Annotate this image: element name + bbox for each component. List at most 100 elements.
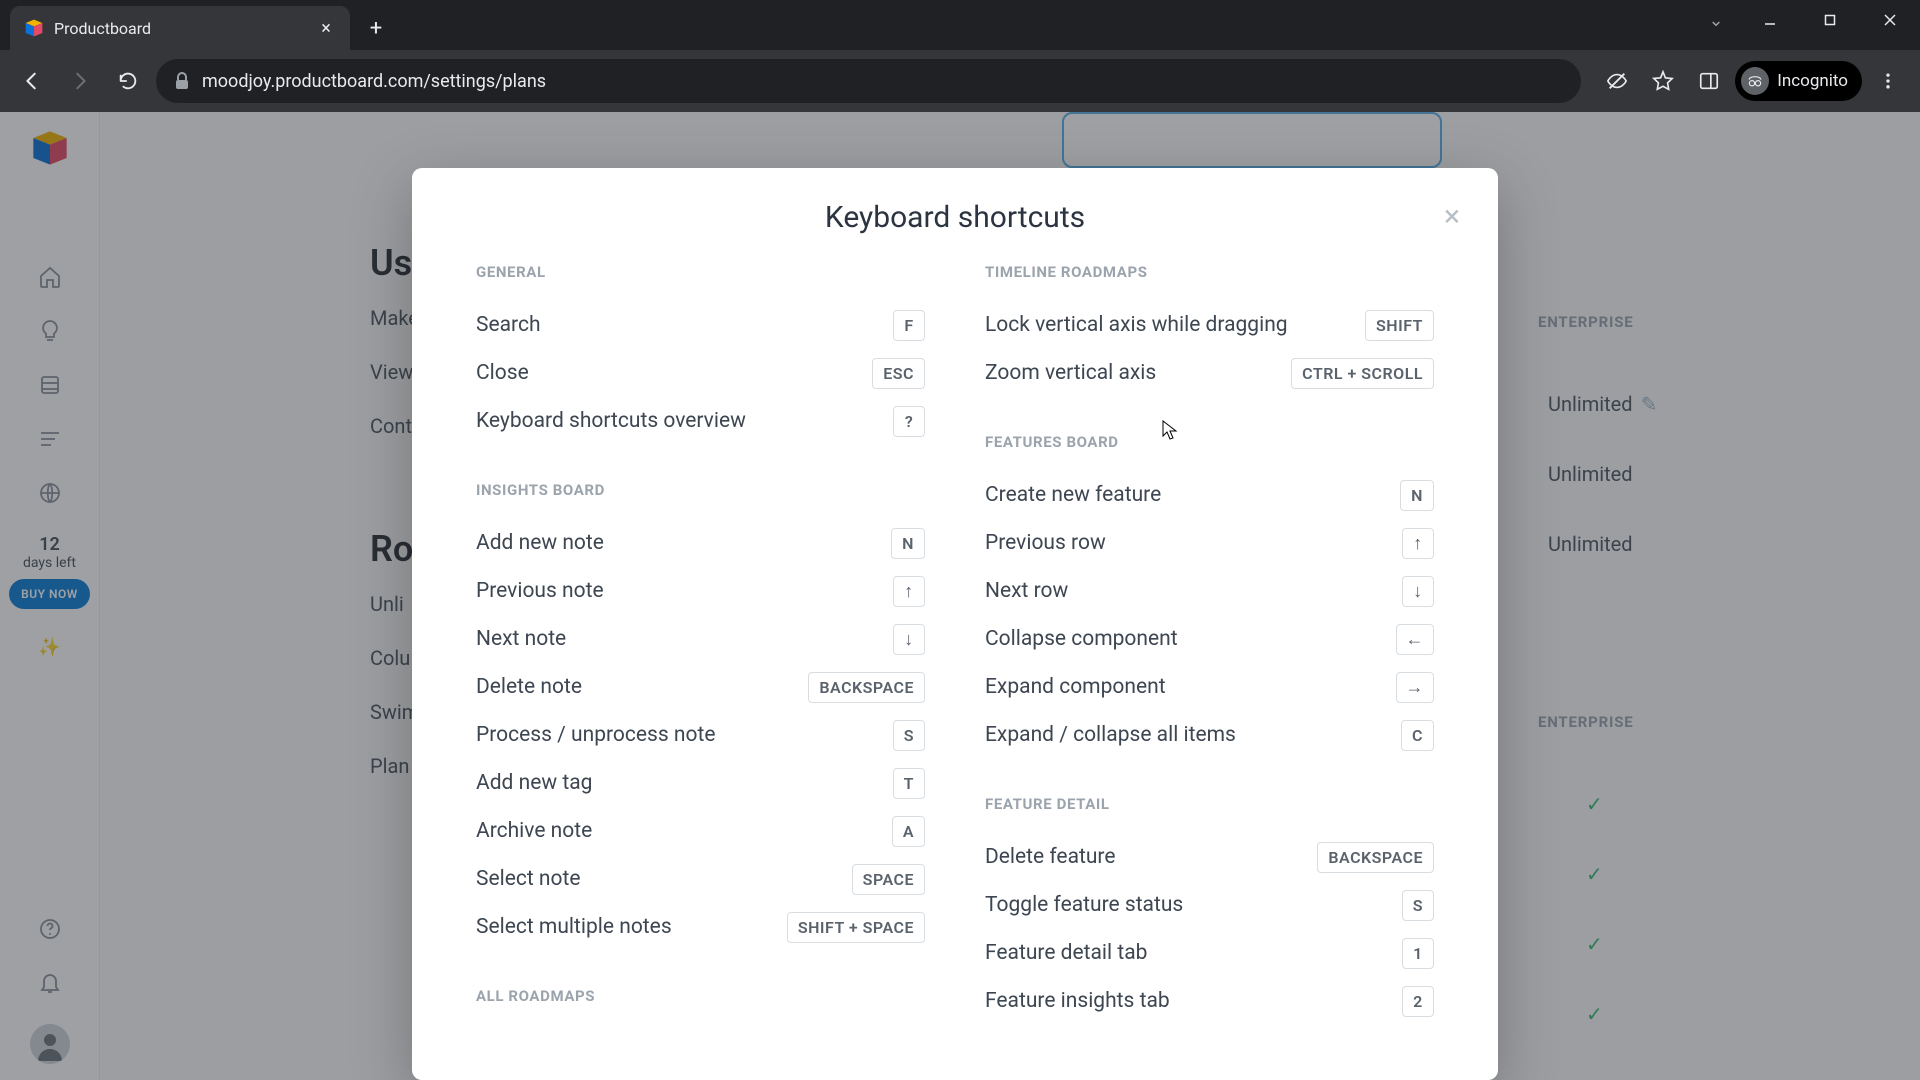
shortcut-label: Archive note [476,819,592,843]
back-button[interactable] [12,61,52,101]
shortcut-key: 1 [1402,938,1434,969]
shortcut-key: BACKSPACE [1317,842,1434,873]
reload-button[interactable] [108,61,148,101]
close-window-button[interactable] [1860,0,1920,40]
shortcut-row: Select noteSPACE [476,855,925,903]
maximize-button[interactable] [1800,0,1860,40]
new-tab-button[interactable]: + [358,10,394,46]
shortcut-key: N [1400,480,1434,511]
shortcut-label: Previous row [985,531,1106,555]
shortcut-label: Zoom vertical axis [985,361,1156,385]
shortcuts-right-column: TIMELINE ROADMAPS Lock vertical axis whil… [985,263,1434,1061]
browser-tab[interactable]: Productboard × [10,6,350,50]
shortcut-key: SHIFT [1365,310,1434,341]
shortcut-row: Delete feature BACKSPACE [985,833,1434,881]
browser-chrome: Productboard × + ⌄ moodjoy.produc [0,0,1920,112]
shortcut-key: ↓ [1402,576,1434,607]
shortcut-label: Keyboard shortcuts overview [476,409,746,433]
shortcut-key: ? [893,406,925,437]
shortcut-key: C [1401,720,1434,751]
menu-button[interactable] [1868,61,1908,101]
shortcut-label: Create new feature [985,483,1161,507]
toolbar-right: Incognito [1597,61,1908,101]
shortcut-label: Close [476,361,529,385]
shortcut-key: T [893,768,925,799]
shortcut-label: Process / unprocess note [476,723,715,747]
side-panel-icon[interactable] [1689,61,1729,101]
shortcut-key: SHIFT + SPACE [787,912,925,943]
shortcut-row: Create new feature N [985,471,1434,519]
shortcut-key: → [1396,672,1435,703]
favicon-icon [24,18,44,38]
shortcut-label: Delete feature [985,845,1116,869]
shortcut-label: Expand / collapse all items [985,723,1236,747]
shortcut-key: ↓ [893,624,925,655]
shortcut-label: Delete note [476,675,582,699]
shortcut-key: A [892,816,925,847]
shortcut-row: Add new tag T [476,759,925,807]
shortcut-label: Toggle feature status [985,893,1183,917]
shortcut-row: Close ESC [476,349,925,397]
shortcut-label: Collapse component [985,627,1178,651]
section-title: TIMELINE ROADMAPS [985,263,1434,281]
bookmark-icon[interactable] [1643,61,1683,101]
shortcut-label: Add new tag [476,771,592,795]
shortcut-key: ESC [872,358,925,389]
shortcut-row: Previous row ↑ [985,519,1434,567]
shortcut-key: S [1402,890,1434,921]
shortcut-row: Collapse component ← [985,615,1434,663]
shortcut-label: Previous note [476,579,604,603]
shortcut-row: Feature detail tab1 [985,929,1434,977]
shortcut-row: Toggle feature status S [985,881,1434,929]
shortcut-key: N [891,528,925,559]
keyboard-shortcuts-modal: Keyboard shortcuts × GENERALSearchFClose… [412,168,1498,1080]
shortcut-row: Expand / collapse all items C [985,711,1434,759]
browser-toolbar: moodjoy.productboard.com/settings/plans … [0,50,1920,112]
forward-button[interactable] [60,61,100,101]
shortcut-key: ↑ [1402,528,1434,559]
tracking-off-icon[interactable] [1597,61,1637,101]
shortcut-row: Next note ↓ [476,615,925,663]
lock-icon [174,72,190,90]
shortcut-row: Archive note A [476,807,925,855]
incognito-indicator[interactable]: Incognito [1735,61,1862,101]
shortcut-label: Lock vertical axis while dragging [985,313,1288,337]
shortcut-row: Feature insights tab 2 [985,977,1434,1025]
shortcut-label: Next note [476,627,566,651]
section-title: FEATURE DETAIL [985,795,1434,813]
shortcut-row: Expand component → [985,663,1434,711]
shortcut-key: BACKSPACE [808,672,925,703]
shortcut-label: Feature insights tab [985,989,1170,1013]
shortcut-key: S [893,720,925,751]
tab-title: Productboard [54,19,306,38]
shortcut-row: Zoom vertical axis CTRL + SCROLL [985,349,1434,397]
shortcut-section: FEATURE DETAIL Delete feature BACKSPACE Tog… [985,795,1434,1025]
address-bar[interactable]: moodjoy.productboard.com/settings/plans [156,59,1581,103]
shortcut-key: F [893,310,925,341]
shortcut-section: INSIGHTS BOARD Add new note N Previous note… [476,481,925,951]
tabs-dropdown-icon[interactable]: ⌄ [1692,0,1740,40]
shortcut-section: TIMELINE ROADMAPS Lock vertical axis whil… [985,263,1434,397]
shortcut-row: Delete note BACKSPACE [476,663,925,711]
tab-bar: Productboard × + [0,0,1920,50]
shortcut-row: Process / unprocess note S [476,711,925,759]
url-text: moodjoy.productboard.com/settings/plans [202,71,546,92]
shortcut-row: Previous note↑ [476,567,925,615]
shortcut-key: 2 [1402,986,1434,1017]
shortcut-row: Select multiple notesSHIFT + SPACE [476,903,925,951]
section-title: ALL ROADMAPS [476,987,925,1005]
minimize-button[interactable] [1740,0,1800,40]
shortcut-key: ← [1396,624,1435,655]
shortcut-row: Lock vertical axis while dragging SHIFT [985,301,1434,349]
section-title: INSIGHTS BOARD [476,481,925,499]
shortcut-key: CTRL + SCROLL [1291,358,1434,389]
tab-close-icon[interactable]: × [316,18,336,39]
shortcut-label: Add new note [476,531,604,555]
window-controls: ⌄ [1692,0,1920,40]
shortcut-row: Next row↓ [985,567,1434,615]
close-icon[interactable]: × [1434,198,1470,234]
shortcut-label: Expand component [985,675,1166,699]
modal-title: Keyboard shortcuts [412,168,1498,263]
shortcut-row: SearchF [476,301,925,349]
incognito-label: Incognito [1777,71,1848,91]
